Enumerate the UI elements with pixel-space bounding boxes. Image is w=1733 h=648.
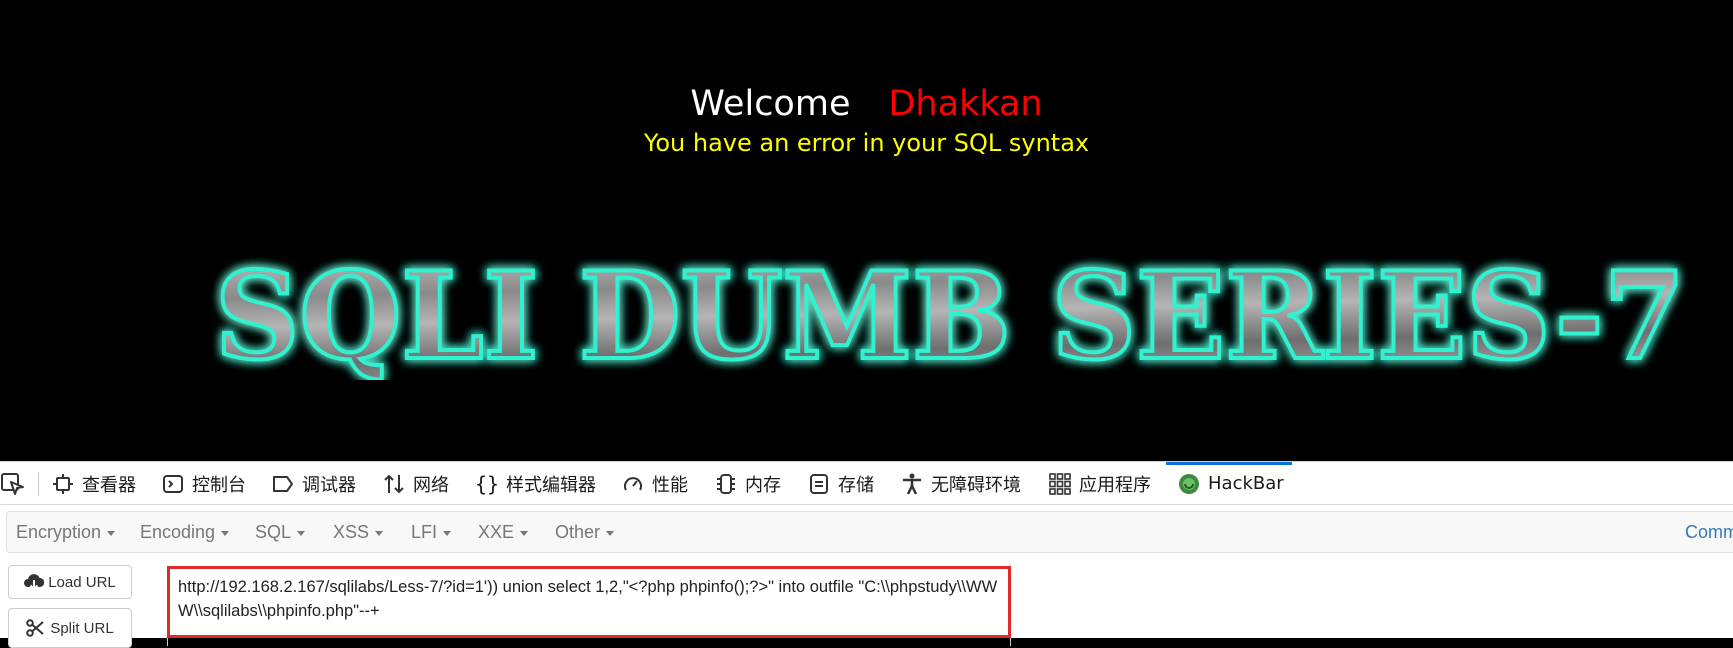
series-banner: SQLI DUMB SERIES-7 (213, 250, 1687, 380)
cloud-download-icon (24, 573, 45, 591)
tab-label: 内存 (745, 474, 781, 496)
devtools-toolbar: 查看器 控制台 调试器 网络 {} 样式编辑器 性能 内存 存储 无障碍环境 应… (0, 461, 1733, 505)
menu-sql[interactable]: SQL (255, 512, 306, 552)
sql-error-message: You have an error in your SQL syntax (643, 129, 1090, 157)
split-url-label: Split URL (50, 619, 114, 637)
style-editor-icon: {} (474, 471, 500, 496)
tab-label: 样式编辑器 (506, 474, 596, 496)
user-name: Dhakkan (888, 84, 1043, 124)
menu-label: XXE (478, 522, 515, 542)
memory-icon (715, 473, 737, 495)
url-input[interactable]: http://192.168.2.167/sqlilabs/Less-7/?id… (167, 566, 1011, 638)
tab-network[interactable]: 网络 (383, 462, 449, 505)
caret-down-icon (443, 530, 452, 536)
debugger-icon (272, 473, 294, 495)
tab-label: 应用程序 (1079, 474, 1151, 496)
menu-other[interactable]: Other (555, 512, 615, 552)
hackbar-icon (1178, 473, 1200, 495)
tab-storage[interactable]: 存储 (808, 462, 874, 505)
tab-memory[interactable]: 内存 (715, 462, 781, 505)
caret-down-icon (606, 530, 615, 536)
inspector-icon (52, 473, 74, 495)
storage-icon (808, 473, 830, 495)
split-url-button[interactable]: Split URL (8, 608, 132, 648)
tab-style-editor[interactable]: {} 样式编辑器 (474, 462, 596, 505)
accessibility-icon (901, 473, 923, 495)
application-icon (1049, 472, 1071, 495)
tab-label: HackBar (1208, 473, 1284, 494)
tab-application[interactable]: 应用程序 (1049, 462, 1151, 505)
tab-label: 网络 (413, 474, 449, 496)
tab-label: 控制台 (192, 474, 246, 496)
tab-label: 性能 (652, 474, 688, 496)
url-input-border (167, 638, 1011, 646)
tab-performance[interactable]: 性能 (622, 462, 688, 505)
element-picker-icon[interactable] (0, 471, 26, 497)
welcome-line: Welcome Dhakkan (0, 82, 1733, 126)
menu-xxe[interactable]: XXE (478, 512, 529, 552)
menu-label: Encoding (140, 522, 216, 542)
tab-accessibility[interactable]: 无障碍环境 (901, 462, 1021, 505)
caret-down-icon (297, 530, 306, 536)
tab-hackbar[interactable]: HackBar (1166, 462, 1292, 502)
menu-label: XSS (333, 522, 370, 542)
web-page: Welcome Dhakkan You have an error in your… (0, 0, 1733, 461)
menu-xss[interactable]: XSS (333, 512, 384, 552)
commit-link[interactable]: Comm (1685, 512, 1733, 552)
caret-down-icon (107, 530, 116, 536)
welcome-text: Welcome (690, 84, 851, 124)
caret-down-icon (520, 530, 529, 536)
menu-label: SQL (255, 522, 292, 542)
load-url-label: Load URL (48, 573, 116, 591)
tab-debugger[interactable]: 调试器 (272, 462, 356, 505)
performance-icon (622, 473, 644, 495)
menu-label: LFI (411, 522, 438, 542)
console-icon (162, 473, 184, 495)
tab-label: 存储 (838, 474, 874, 496)
scissors-icon (26, 619, 46, 637)
hackbar-panel: Encryption Encoding SQL XSS LFI XXE Othe… (0, 505, 1733, 648)
caret-down-icon (375, 530, 384, 536)
menu-label: Encryption (16, 522, 102, 542)
hackbar-menubar: Encryption Encoding SQL XSS LFI XXE Othe… (6, 511, 1733, 553)
tab-console[interactable]: 控制台 (162, 462, 246, 505)
load-url-button[interactable]: Load URL (8, 565, 132, 599)
menu-encryption[interactable]: Encryption (16, 512, 116, 552)
tab-label: 调试器 (302, 474, 356, 496)
caret-down-icon (221, 530, 230, 536)
menu-encoding[interactable]: Encoding (140, 512, 230, 552)
tab-label: 查看器 (82, 474, 136, 496)
toolbar-divider (38, 472, 39, 496)
menu-lfi[interactable]: LFI (411, 512, 452, 552)
tab-inspector[interactable]: 查看器 (52, 462, 136, 505)
tab-label: 无障碍环境 (931, 474, 1021, 496)
banner-title: SQLI DUMB SERIES-7 (215, 250, 1685, 380)
menu-label: Other (555, 522, 601, 542)
network-icon (383, 473, 405, 495)
